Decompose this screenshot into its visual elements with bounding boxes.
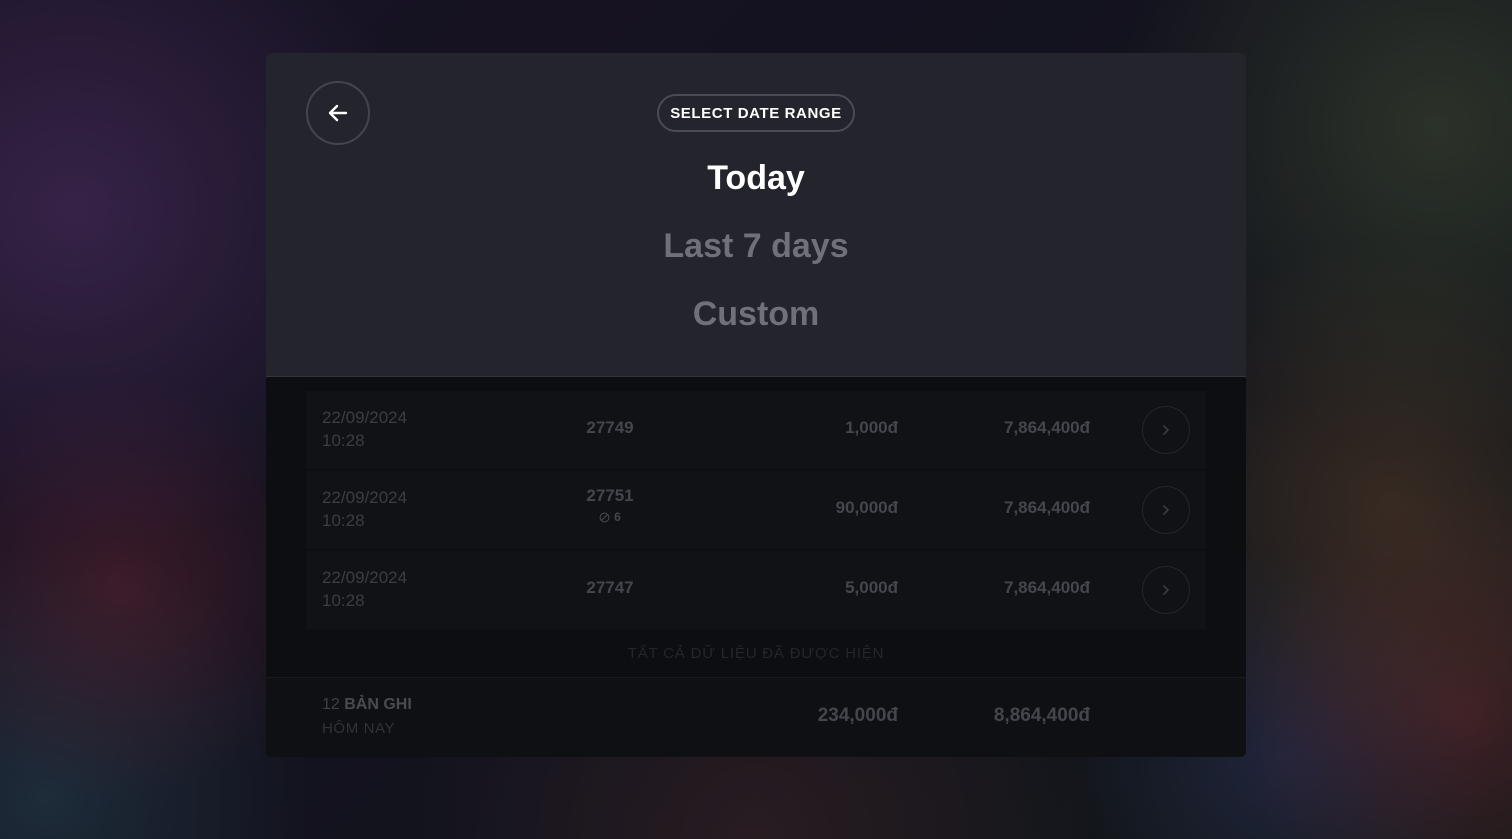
row-datetime: 22/09/2024 10:28 bbox=[322, 486, 407, 532]
row-amount: 1,000đ bbox=[845, 418, 898, 437]
date-range-modal: SELECT DATE RANGE Today Last 7 days Cust… bbox=[266, 53, 1246, 757]
chevron-right-icon bbox=[1163, 585, 1170, 595]
row-amount: 5,000đ bbox=[845, 578, 898, 597]
row-time: 10:28 bbox=[322, 431, 365, 450]
row-amount: 90,000đ bbox=[835, 498, 898, 517]
table-row[interactable]: 22/09/2024 10:28 27749 1,000đ 7,864,400đ bbox=[306, 391, 1206, 469]
row-date: 22/09/2024 bbox=[322, 568, 408, 587]
total-amount: 234,000đ bbox=[817, 705, 898, 726]
row-ticket: 27749 bbox=[586, 418, 634, 437]
transaction-list: 22/09/2024 10:28 27749 1,000đ 7,864,400đ… bbox=[306, 391, 1206, 631]
row-datetime: 22/09/2024 10:28 bbox=[322, 406, 407, 452]
back-button[interactable] bbox=[306, 81, 370, 145]
row-badge: 6 bbox=[599, 510, 621, 524]
chevron-right-icon bbox=[1163, 425, 1170, 435]
date-range-header: SELECT DATE RANGE Today Last 7 days Cust… bbox=[266, 53, 1246, 377]
option-last-7-days[interactable]: Last 7 days bbox=[266, 227, 1246, 266]
row-time: 10:28 bbox=[322, 591, 365, 610]
row-time: 10:28 bbox=[322, 511, 365, 530]
row-balance: 7,864,400đ bbox=[1003, 498, 1090, 517]
arrow-left-icon bbox=[328, 104, 348, 122]
table-row[interactable]: 22/09/2024 10:28 27747 5,000đ 7,864,400đ bbox=[306, 551, 1206, 629]
chevron-right-icon bbox=[1163, 505, 1170, 515]
row-balance: 7,864,400đ bbox=[1003, 578, 1090, 597]
select-date-range-label: SELECT DATE RANGE bbox=[657, 94, 855, 132]
table-row[interactable]: 22/09/2024 10:28 27751 6 90,000đ 7,864,4… bbox=[306, 471, 1206, 549]
option-today[interactable]: Today bbox=[266, 159, 1246, 198]
summary-period: HÔM NAY bbox=[322, 720, 396, 737]
row-detail-button[interactable] bbox=[1142, 406, 1190, 454]
row-date: 22/09/2024 bbox=[322, 408, 408, 427]
row-date: 22/09/2024 bbox=[322, 488, 408, 507]
row-datetime: 22/09/2024 10:28 bbox=[322, 566, 407, 612]
summary-footer: 12 BẢN GHI HÔM NAY 234,000đ 8,864,400đ bbox=[266, 677, 1246, 757]
record-count: 12 BẢN GHI bbox=[322, 696, 412, 714]
row-detail-button[interactable] bbox=[1142, 566, 1190, 614]
total-balance: 8,864,400đ bbox=[993, 705, 1090, 726]
list-end-note: TẤT CẢ DỮ LIỆU ĐÃ ĐƯỢC HIỆN bbox=[627, 645, 885, 662]
row-detail-button[interactable] bbox=[1142, 486, 1190, 534]
row-ticket: 27747 bbox=[586, 578, 634, 597]
option-custom[interactable]: Custom bbox=[266, 295, 1246, 334]
record-count-number: 12 bbox=[322, 696, 340, 713]
row-ticket-group: 27751 6 bbox=[556, 486, 664, 528]
record-count-label: BẢN GHI bbox=[344, 696, 412, 713]
row-badge-count: 6 bbox=[614, 510, 621, 524]
slash-circle-icon bbox=[599, 512, 610, 522]
row-ticket: 27751 bbox=[586, 486, 634, 505]
row-balance: 7,864,400đ bbox=[1003, 418, 1090, 437]
